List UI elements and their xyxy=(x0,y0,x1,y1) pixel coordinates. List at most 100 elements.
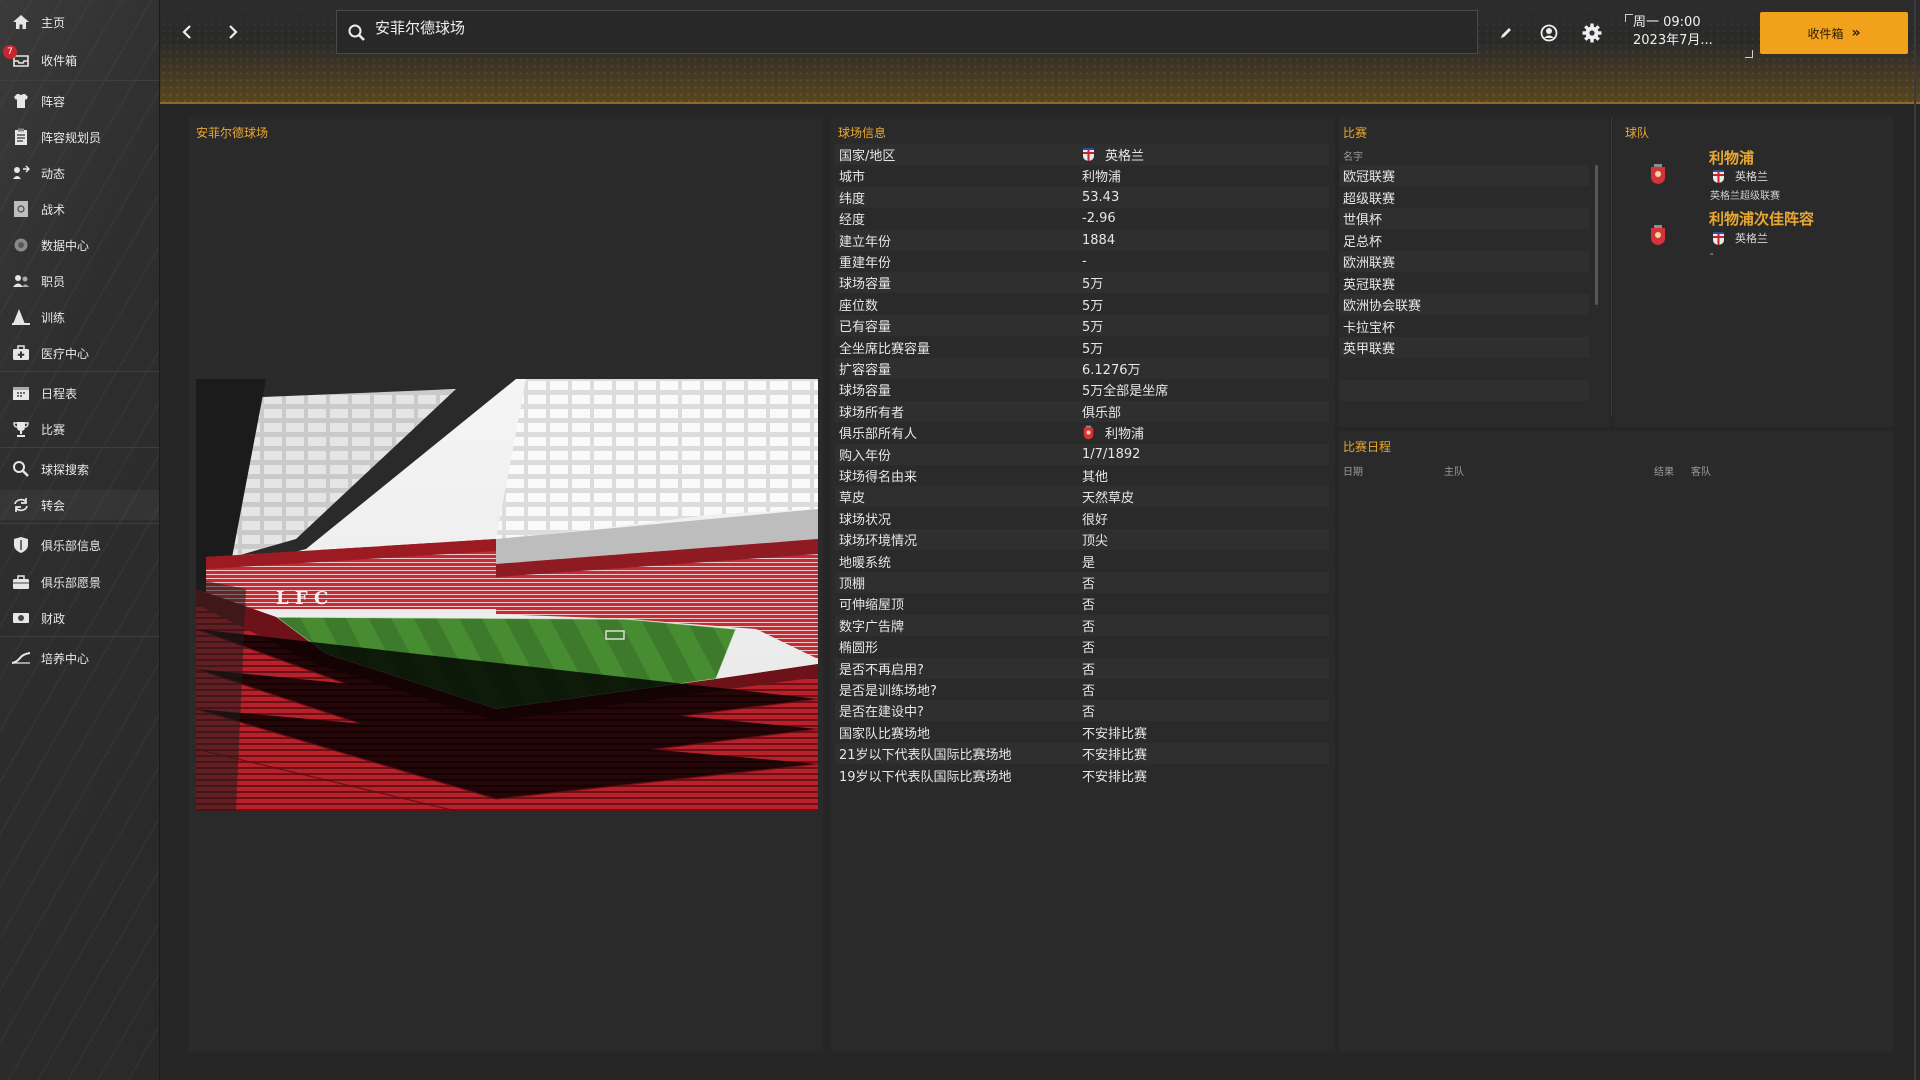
sidebar: 主页 收件箱 7 阵容 阵容规划员 动态 战术 数据中心 职员 训练 医疗中心 … xyxy=(0,0,160,1080)
info-row: 21岁以下代表队国际比赛场地 不安排比赛 xyxy=(835,743,1329,765)
competition-item[interactable]: 英甲联赛 xyxy=(1339,337,1589,358)
sidebar-item-squad-planner[interactable]: 阵容规划员 xyxy=(0,122,159,152)
info-row: 球场容量 5万 xyxy=(835,272,1329,294)
sidebar-item-staff[interactable]: 职员 xyxy=(0,266,159,296)
sidebar-item-label: 转会 xyxy=(41,498,66,513)
info-value-text: 很好 xyxy=(1082,512,1109,528)
sidebar-item-finances[interactable]: 财政 xyxy=(0,603,159,633)
squad-shirt-icon xyxy=(11,91,31,111)
schedule-column-home[interactable]: 主队 xyxy=(1444,463,1464,478)
sidebar-item-label: 比赛 xyxy=(41,422,66,437)
info-value-text: 5万 xyxy=(1082,341,1104,357)
info-value: 53.43 xyxy=(1082,190,1119,205)
sidebar-item-schedule[interactable]: 日程表 xyxy=(0,378,159,408)
info-label: 可伸缩屋顶 xyxy=(839,598,905,614)
page-scrollbar[interactable] xyxy=(1914,0,1916,1080)
competition-item[interactable]: 英冠联赛 xyxy=(1339,273,1589,294)
schedule-column-result[interactable]: 结果 xyxy=(1654,463,1674,478)
info-value: 天然草皮 xyxy=(1082,487,1134,506)
sidebar-item-club-info[interactable]: 俱乐部信息 xyxy=(0,530,159,560)
liverpool-crest-icon xyxy=(1650,163,1666,185)
home-icon xyxy=(11,12,31,32)
fm-assistant-button[interactable] xyxy=(1536,20,1562,46)
schedule-column-away[interactable]: 客队 xyxy=(1691,463,1711,478)
team-name-link[interactable]: 利物浦 xyxy=(1709,147,1754,168)
info-label: 全坐席比赛容量 xyxy=(839,341,931,357)
sidebar-item-label: 收件箱 xyxy=(41,53,78,68)
info-value-text: 否 xyxy=(1082,598,1096,614)
info-value-text: - xyxy=(1082,254,1087,269)
competition-item[interactable]: 足总杯 xyxy=(1339,230,1589,251)
info-label: 球场容量 xyxy=(839,384,892,400)
info-label: 球场环境情况 xyxy=(839,534,918,550)
sidebar-item-development-centre[interactable]: 培养中心 xyxy=(0,643,159,673)
search-icon xyxy=(348,24,365,41)
competition-item[interactable]: 卡拉宝杯 xyxy=(1339,316,1589,337)
sidebar-item-transfers[interactable]: 转会 xyxy=(0,490,159,520)
sidebar-item-medical-centre[interactable]: 医疗中心 xyxy=(0,338,159,368)
england-flag-icon xyxy=(1083,148,1094,161)
sidebar-item-inbox[interactable]: 收件箱 xyxy=(0,45,159,75)
info-value-text: 否 xyxy=(1082,577,1096,592)
settings-button[interactable] xyxy=(1579,20,1605,46)
sidebar-item-data-hub[interactable]: 数据中心 xyxy=(0,230,159,260)
competition-item[interactable]: 世俱杯 xyxy=(1339,208,1589,229)
team-name-link[interactable]: 利物浦次佳阵容 xyxy=(1709,208,1814,229)
sidebar-item-squad[interactable]: 阵容 xyxy=(0,86,159,116)
continue-label: 收件箱 xyxy=(1807,26,1844,41)
competitions-scrollbar[interactable] xyxy=(1595,165,1598,305)
staff-icon xyxy=(11,271,31,291)
info-row: 国家队比赛场地 不安排比赛 xyxy=(835,722,1329,743)
info-row: 是否在建设中? 否 xyxy=(835,700,1329,722)
sidebar-item-label: 数据中心 xyxy=(41,238,90,253)
sidebar-item-label: 球探搜索 xyxy=(41,462,90,477)
sidebar-item-label: 培养中心 xyxy=(41,651,90,666)
data-hub-icon xyxy=(11,235,31,255)
sidebar-item-competitions[interactable]: 比赛 xyxy=(0,414,159,444)
info-row: 是否不再启用? 否 xyxy=(835,657,1329,679)
sidebar-item-label: 阵容 xyxy=(41,94,66,109)
info-row: 草皮 天然草皮 xyxy=(835,486,1329,508)
top-bar: 周一 09:00 2023年7月... 收件箱 » xyxy=(160,0,1920,104)
search-input[interactable] xyxy=(375,15,1275,39)
info-value: 不安排比赛 xyxy=(1082,723,1147,742)
search-bar[interactable] xyxy=(336,10,1478,54)
info-row: 经度 -2.96 xyxy=(835,208,1329,229)
info-label: 草皮 xyxy=(839,491,866,507)
panel-divider xyxy=(1611,117,1612,417)
forward-button[interactable] xyxy=(220,20,244,44)
info-label: 椭圆形 xyxy=(839,641,879,657)
info-value[interactable]: 英格兰 xyxy=(1082,145,1144,164)
divider xyxy=(0,80,159,81)
sidebar-item-label: 训练 xyxy=(41,310,66,325)
stadium-info-panel: 球场信息 国家/地区 英格兰 城市 利物浦 纬度 53.43 经度 -2.96 建立年份 1884… xyxy=(831,117,1335,1052)
info-row: 球场环境情况 顶尖 xyxy=(835,529,1329,551)
info-value-text: 6.1276万 xyxy=(1082,363,1141,378)
sidebar-item-dynamics[interactable]: 动态 xyxy=(0,158,159,188)
info-row: 已有容量 5万 xyxy=(835,315,1329,337)
info-value-text: -2.96 xyxy=(1082,211,1116,227)
sidebar-item-training[interactable]: 训练 xyxy=(0,302,159,332)
edit-button[interactable] xyxy=(1493,20,1519,46)
sidebar-item-club-vision[interactable]: 俱乐部愿景 xyxy=(0,567,159,597)
development-icon xyxy=(11,648,31,668)
info-label: 是否在建设中? xyxy=(839,705,924,721)
competition-item[interactable]: 超级联赛 xyxy=(1339,187,1589,208)
team-league[interactable]: 英格兰超级联赛 xyxy=(1710,187,1780,202)
sidebar-item-home[interactable]: 主页 xyxy=(0,7,159,37)
info-label: 球场状况 xyxy=(839,512,892,528)
competition-item[interactable]: 欧洲联赛 xyxy=(1339,251,1589,272)
info-value: -2.96 xyxy=(1082,211,1116,226)
team-league: - xyxy=(1710,249,1714,260)
sidebar-item-label: 日程表 xyxy=(41,386,78,401)
competition-item[interactable]: 欧冠联赛 xyxy=(1339,165,1589,186)
continue-button[interactable]: 收件箱 » xyxy=(1760,12,1908,54)
info-row: 购入年份 1/7/1892 xyxy=(835,443,1329,465)
schedule-column-date[interactable]: 日期 xyxy=(1343,463,1363,478)
info-value[interactable]: 利物浦 xyxy=(1082,423,1144,442)
back-button[interactable] xyxy=(176,20,200,44)
sidebar-item-tactics[interactable]: 战术 xyxy=(0,194,159,224)
info-value-text: 顶尖 xyxy=(1082,534,1109,550)
competition-item[interactable]: 欧洲协会联赛 xyxy=(1339,294,1589,315)
sidebar-item-scouting[interactable]: 球探搜索 xyxy=(0,454,159,484)
